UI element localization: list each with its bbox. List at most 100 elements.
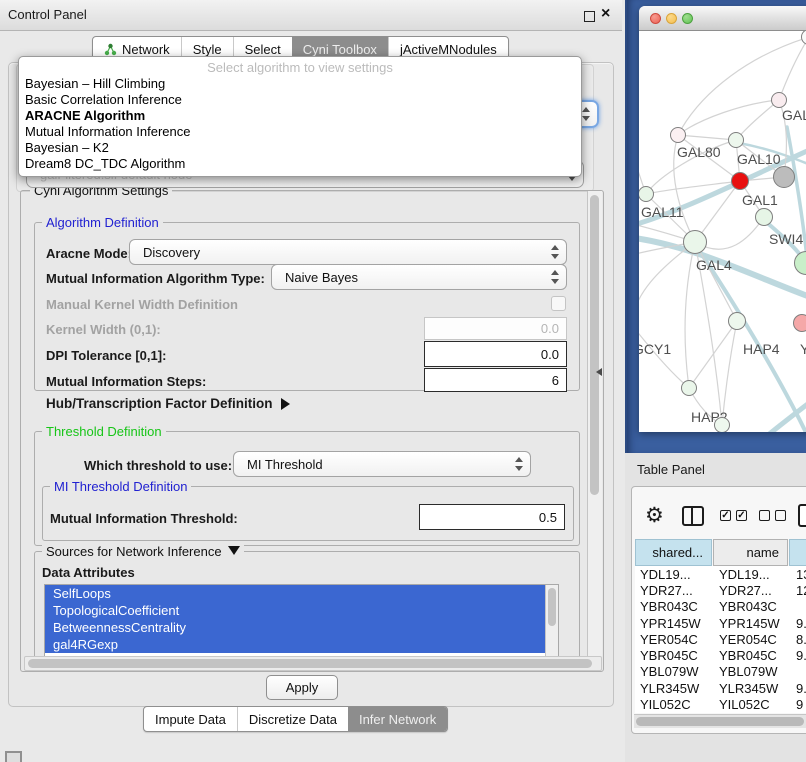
node-node-gray[interactable] [773, 166, 795, 188]
deselect-checkbox-icon[interactable] [759, 510, 770, 521]
hub-definition-toggle[interactable]: Hub/Transcription Factor Definition [46, 396, 290, 411]
table-document-icon[interactable] [798, 504, 806, 527]
list-vertical-scrollbar[interactable] [545, 585, 558, 657]
which-threshold-combobox[interactable]: MI Threshold [233, 451, 531, 477]
table-horizontal-scrollbar[interactable] [634, 714, 806, 728]
split-view-icon[interactable] [682, 506, 704, 526]
node-hap4[interactable] [728, 312, 746, 330]
close-traffic-light[interactable] [650, 13, 661, 24]
table-rows: YDL19...YDL19...13YDR27...YDR27...12YBR0… [635, 566, 806, 713]
expand-right-icon [281, 398, 290, 410]
table-cell: YBR045C [715, 648, 792, 663]
node-label-gcy1: GCY1 [639, 341, 671, 357]
network-view-window[interactable]: GAL7GAL80GAL10GAL1GAL11SWI4GAL4HAP4YGCY1… [639, 6, 806, 432]
node-swi4[interactable] [755, 208, 773, 226]
scrollbar-thumb[interactable] [636, 717, 804, 726]
minimize-traffic-light[interactable] [666, 13, 677, 24]
algorithm-option-bayesian-hill-climbing[interactable]: Bayesian – Hill Climbing [19, 76, 581, 92]
float-window-icon[interactable] [584, 11, 595, 22]
close-panel-icon[interactable]: × [601, 5, 610, 23]
node-label-gal7: GAL7 [782, 107, 806, 123]
zoom-traffic-light[interactable] [682, 13, 693, 24]
node-gal80[interactable] [670, 127, 686, 143]
scrollbar-thumb[interactable] [548, 588, 556, 626]
column-header-cut[interactable] [789, 539, 806, 566]
network-desktop: GAL7GAL80GAL10GAL1GAL11SWI4GAL4HAP4YGCY1… [625, 0, 806, 453]
tab-discretize-data[interactable]: Discretize Data [237, 707, 348, 731]
table-row[interactable]: YLR345WYLR345W9. [635, 680, 806, 696]
table-row[interactable]: YPR145WYPR145W9. [635, 615, 806, 631]
select-all-checkbox-icon[interactable]: ✓ [736, 510, 747, 521]
manual-kernel-checkbox[interactable] [551, 296, 566, 311]
column-header-name[interactable]: name [713, 539, 788, 566]
algorithm-option-bayesian-k2[interactable]: Bayesian – K2 [19, 140, 581, 156]
table-cell: YBL079W [635, 664, 715, 679]
settings-horizontal-scrollbar[interactable] [24, 656, 602, 671]
algorithm-option-aracne-algorithm[interactable]: ARACNE Algorithm [19, 108, 581, 124]
combo-arrows-icon [581, 107, 590, 121]
attribute-item-selfloops[interactable]: SelfLoops [45, 585, 552, 602]
node-gal10[interactable] [728, 132, 744, 148]
network-canvas[interactable]: GAL7GAL80GAL10GAL1GAL11SWI4GAL4HAP4YGCY1… [639, 31, 806, 432]
settings-gear-icon[interactable]: ⚙ [645, 503, 664, 528]
deselect-checkbox-icon[interactable] [775, 510, 786, 521]
aracne-mode-value: Discovery [143, 245, 200, 260]
sources-toggle[interactable]: Sources for Network Inference [42, 544, 244, 559]
tab-infer-network[interactable]: Infer Network [348, 707, 447, 731]
attribute-item-betweennesscentrality[interactable]: BetweennessCentrality [45, 619, 552, 636]
dpi-tolerance-input[interactable]: 0.0 [424, 341, 567, 367]
apply-button[interactable]: Apply [266, 675, 338, 700]
table-row[interactable]: YDL19...YDL19...13 [635, 566, 806, 582]
select-all-checkbox-icon[interactable]: ✓ [720, 510, 731, 521]
mi-steps-input[interactable]: 6 [424, 368, 567, 392]
sources-title: Sources for Network Inference [46, 544, 222, 559]
node-node-bottom[interactable] [714, 417, 730, 432]
node-gal7[interactable] [771, 92, 787, 108]
node-hap2[interactable] [681, 380, 697, 396]
settings-vertical-scrollbar[interactable] [587, 191, 602, 669]
algorithm-option-mutual-information-inference[interactable]: Mutual Information Inference [19, 124, 581, 140]
table-cell: YDR27... [715, 583, 792, 598]
table-row[interactable]: YIL052CYIL052C9 [635, 696, 806, 712]
table-cell: YPR145W [715, 616, 792, 631]
table-cell: 9 [792, 697, 806, 712]
mi-type-combobox[interactable]: Naive Bayes [271, 264, 567, 290]
scrollbar-thumb[interactable] [590, 195, 599, 495]
table-row[interactable]: YBR043CYBR043C [635, 599, 806, 615]
combo-arrows-icon [550, 245, 559, 259]
table-cell: YDL19... [715, 567, 792, 582]
table-row[interactable]: YBR045CYBR045C9. [635, 647, 806, 663]
table-row[interactable]: YBL079WYBL079W [635, 664, 806, 680]
table-cell: YDR27... [635, 583, 715, 598]
algorithm-option-dream8-dc-tdc-algorithm[interactable]: Dream8 DC_TDC Algorithm [19, 156, 581, 172]
dock-panel-icon[interactable] [5, 751, 22, 762]
app-root: Control Panel × NetworkStyleSelectCyni T… [0, 0, 806, 762]
column-header-shared-[interactable]: shared... [635, 539, 712, 566]
node-gal1[interactable] [731, 172, 749, 190]
splitter-collapse-icon[interactable] [596, 368, 602, 376]
aracne-mode-label: Aracne Mode: [46, 246, 132, 261]
kernel-width-label: Kernel Width (0,1): [46, 322, 161, 337]
table-cell: YIL052C [715, 697, 792, 712]
network-icon [104, 43, 117, 56]
scrollbar-thumb[interactable] [28, 659, 592, 668]
table-cell: YLR345W [715, 681, 792, 696]
which-threshold-label: Which threshold to use: [84, 458, 232, 473]
algorithm-option-basic-correlation-inference[interactable]: Basic Correlation Inference [19, 92, 581, 108]
node-gal4[interactable] [683, 230, 707, 254]
combo-arrows-icon [514, 457, 523, 471]
aracne-mode-combobox[interactable]: Discovery [129, 239, 567, 265]
node-label-gal4: GAL4 [696, 257, 732, 273]
kernel-width-input[interactable]: 0.0 [424, 317, 567, 340]
table-cell: 13 [792, 567, 806, 582]
table-row[interactable]: YER054CYER054C8. [635, 631, 806, 647]
attribute-item-topologicalcoefficient[interactable]: TopologicalCoefficient [45, 602, 552, 619]
data-attributes-label: Data Attributes [42, 565, 135, 580]
tab-impute-data[interactable]: Impute Data [144, 707, 237, 731]
mi-threshold-input[interactable]: 0.5 [419, 504, 565, 530]
table-row[interactable]: YDR27...YDR27...12 [635, 582, 806, 598]
attribute-item-gal4rgexp[interactable]: gal4RGexp [45, 636, 552, 653]
node-node-pink-right[interactable] [793, 314, 806, 332]
network-window-titlebar[interactable] [639, 6, 806, 31]
data-attributes-list[interactable]: SelfLoopsTopologicalCoefficientBetweenne… [44, 584, 559, 658]
